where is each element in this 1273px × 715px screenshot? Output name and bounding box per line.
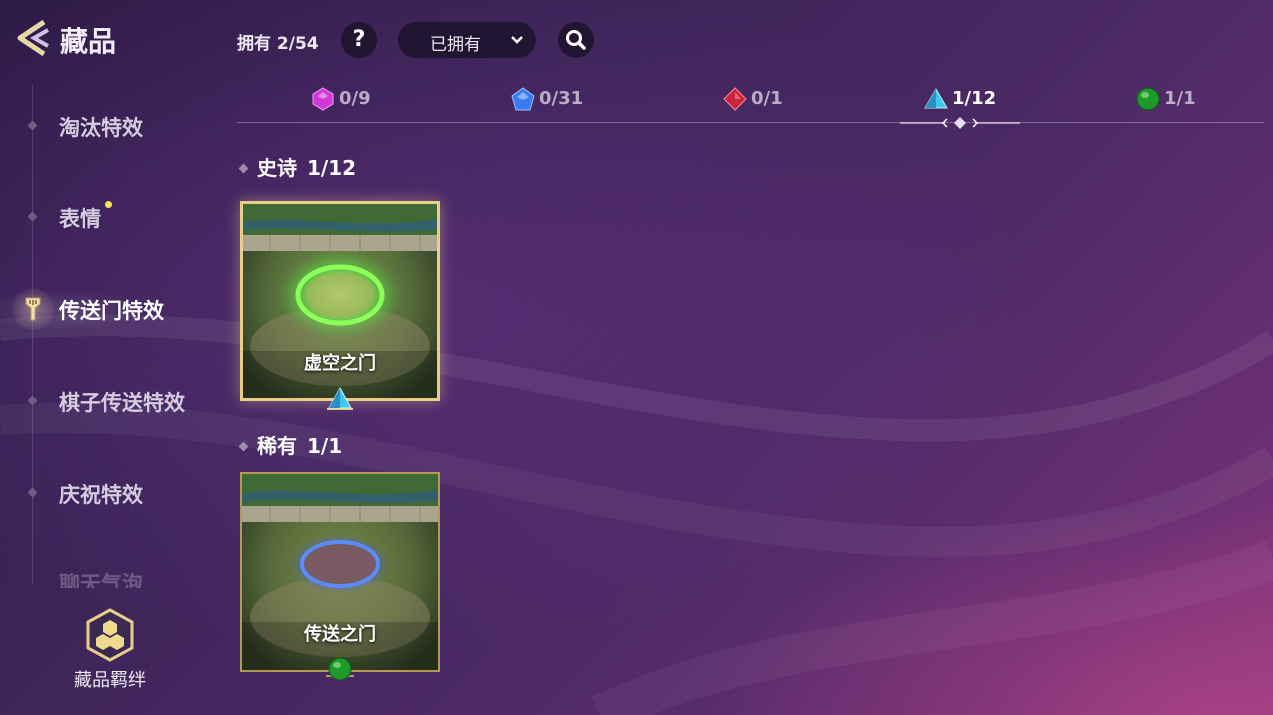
page-title: 藏品 — [60, 25, 117, 58]
background-wave — [0, 314, 1273, 715]
owned-count: 拥有 2/54 — [237, 34, 319, 54]
sidebar-item-elimination-effects[interactable]: 淘汰特效 — [59, 112, 143, 142]
purple-gem-icon — [312, 87, 334, 111]
owned-filter-dropdown[interactable]: 已拥有 — [398, 22, 536, 58]
card-name: 传送之门 — [304, 624, 376, 645]
cyan-triangle-gem-icon — [327, 387, 353, 410]
collection-set-label: 藏品羁绊 — [74, 670, 146, 691]
filter-value: 已拥有 — [430, 35, 481, 55]
rarity-tab-count: 0/31 — [539, 88, 584, 109]
nav-diamond-icon — [27, 120, 38, 131]
back-arrow-icon[interactable] — [14, 18, 54, 58]
section-header-epic: 史诗 1/12 — [238, 152, 357, 181]
cyan-triangle-gem-icon — [924, 88, 948, 109]
section-count: 1/12 — [307, 156, 357, 180]
active-item-badge — [12, 288, 54, 330]
sidebar-item-chat-bubble[interactable]: 聊天气泡 — [59, 568, 143, 588]
honeycomb-hexagon-icon — [86, 608, 134, 662]
portal-key-icon — [25, 297, 41, 321]
sidebar-item-unit-teleport-effects[interactable]: 棋子传送特效 — [59, 387, 185, 417]
nav-diamond-icon — [27, 487, 38, 498]
search-button[interactable] — [558, 22, 594, 58]
card-name: 虚空之门 — [304, 353, 376, 374]
rarity-tab-count: 1/12 — [952, 88, 997, 109]
collection-card-void-gate[interactable]: 虚空之门 — [240, 201, 440, 410]
sidebar-item-emotes[interactable]: 表情 — [59, 203, 101, 233]
blue-gem-icon — [511, 87, 535, 111]
section-count: 1/1 — [307, 434, 343, 458]
section-diamond-icon — [238, 163, 249, 174]
section-title: 史诗 — [257, 156, 297, 180]
new-indicator-dot — [105, 201, 112, 208]
collection-card-teleport-gate[interactable]: 传送之门 — [240, 472, 440, 681]
section-title: 稀有 — [257, 434, 297, 458]
rarity-tab-count: 0/9 — [339, 88, 371, 109]
search-icon — [566, 30, 586, 50]
sidebar-item-celebration-effects[interactable]: 庆祝特效 — [59, 479, 143, 509]
rarity-tab-count: 0/1 — [751, 88, 783, 109]
help-button[interactable]: ? — [341, 22, 377, 58]
collection-set-button[interactable]: 藏品羁绊 — [70, 608, 150, 691]
section-header-rare: 稀有 1/1 — [238, 430, 343, 459]
section-diamond-icon — [238, 441, 249, 452]
sidebar-item-portal-effects[interactable]: 传送门特效 — [59, 295, 164, 325]
green-orb-icon — [326, 657, 354, 681]
chevron-down-icon — [511, 36, 523, 44]
green-orb-icon — [1136, 87, 1160, 111]
nav-diamond-icon — [27, 395, 38, 406]
active-tab-marker-icon — [900, 117, 1020, 129]
red-gem-icon — [723, 87, 747, 111]
nav-diamond-icon — [27, 211, 38, 222]
tab-underline — [237, 122, 1264, 123]
rarity-tab-count: 1/1 — [1164, 88, 1196, 109]
